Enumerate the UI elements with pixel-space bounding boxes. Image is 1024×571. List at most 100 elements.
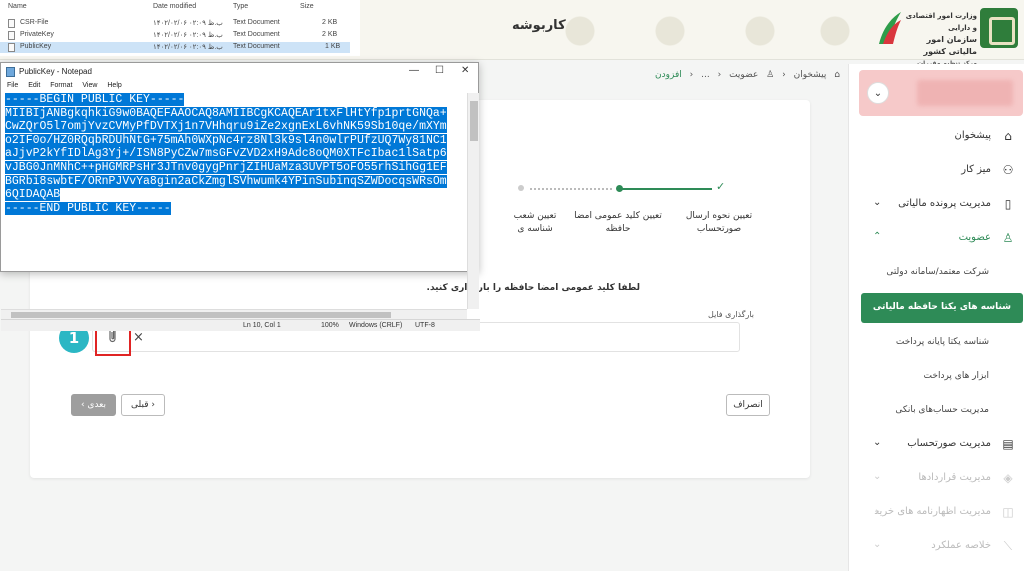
sidebar-item-dashboard[interactable]: ⌂ پیشخوان	[849, 120, 1024, 154]
file-date: ۱۴۰۲/۰۲/۰۶ ب.ظ ۰۲:۰۹	[153, 20, 223, 27]
sidebar-item-invoices[interactable]: ▤ مدیریت صورتحساب ⌄	[849, 428, 1024, 462]
sidebar-subitem-label: ابزار های پرداخت	[923, 371, 989, 381]
user-icon: ♙	[766, 70, 775, 80]
sidebar-item-label: عضویت	[958, 232, 991, 243]
close-icon[interactable]: ✕	[461, 65, 469, 76]
sidebar-subitem-label: شرکت معتمد/سامانه دولتی	[886, 267, 989, 277]
sidebar-subitem-payment-tools[interactable]: ابزار های پرداخت	[849, 360, 1024, 394]
menu-file[interactable]: File	[7, 82, 18, 89]
file-name: CSR-File	[20, 19, 49, 26]
prev-button[interactable]: ‹ قبلی	[121, 394, 165, 416]
menu-help[interactable]: Help	[107, 82, 121, 89]
chevron-down-icon: ⌄	[873, 471, 882, 482]
sidebar: ⌄ ⌂ پیشخوان ⚇ میز کار ▯ مدیریت پرونده ما…	[848, 64, 1024, 571]
menu-edit[interactable]: Edit	[28, 82, 40, 89]
menu-view[interactable]: View	[82, 82, 97, 89]
sidebar-item-contracts[interactable]: ◈ مدیریت قراردادها ⌄	[849, 462, 1024, 496]
sidebar-subitem-payment-terminal-id[interactable]: شناسه یکتا پایانه پرداخت	[849, 326, 1024, 360]
scrollbar-thumb[interactable]	[470, 101, 478, 141]
sidebar-item-purchase-declarations[interactable]: ◫ مدیریت اظهارنامه های خرید ⌄	[849, 496, 1024, 530]
chevron-down-icon: ⌄	[873, 437, 882, 448]
upload-field-label: بارگذاری فایل	[708, 310, 754, 319]
text-line: o2IF0o/HZ0RQqbRDUhNtG+75mAh0WXpNc4rz8Nl3…	[5, 133, 467, 148]
explorer-header-row: Name Date modified Type Size	[0, 2, 350, 13]
notepad-text-area[interactable]: -----BEGIN PUBLIC KEY----- MIIBIjANBgkqh…	[5, 93, 467, 308]
next-button[interactable]: بعدی ›	[71, 394, 116, 416]
file-type: Text Document	[233, 19, 280, 26]
file-size: 2 KB	[322, 31, 338, 38]
chevron-down-icon: ⌄	[873, 539, 882, 550]
remove-file-icon[interactable]: ×	[133, 330, 144, 345]
sidebar-subitem-trusted-company[interactable]: شرکت معتمد/سامانه دولتی	[849, 256, 1024, 290]
chevron-down-icon: ⌄	[873, 505, 882, 516]
status-cursor-position: Ln 10, Col 1	[243, 322, 281, 329]
column-header-size[interactable]: Size	[300, 3, 314, 10]
org-emblem-icon	[980, 8, 1018, 48]
home-icon: ⌂	[1004, 129, 1012, 143]
chevron-up-icon: ⌃	[873, 231, 882, 242]
column-header-type[interactable]: Type	[233, 3, 248, 10]
org-name: وزارت امور اقتصادی و دارایی سازمان امور …	[905, 10, 977, 70]
file-date: ۱۴۰۲/۰۲/۰۶ ب.ظ ۰۲:۰۹	[153, 32, 223, 39]
chevron-down-icon[interactable]: ⌄	[867, 82, 889, 104]
org-line-1: وزارت امور اقتصادی و دارایی	[905, 12, 977, 32]
sidebar-subitem-label: شناسه های یکتا حافظه مالیاتی	[872, 302, 1011, 312]
sidebar-item-tax-file[interactable]: ▯ مدیریت پرونده مالیاتی ⌄	[849, 188, 1024, 222]
text-line: -----BEGIN PUBLIC KEY-----	[5, 93, 467, 107]
sidebar-item-label: مدیریت صورتحساب	[907, 438, 991, 449]
sidebar-item-membership[interactable]: ♙ عضویت ⌃	[849, 222, 1024, 256]
chevron-left-icon: ‹	[717, 70, 722, 80]
user-name-redacted	[917, 80, 1013, 106]
chart-icon: ⟋	[1003, 539, 1013, 553]
file-size: 2 KB	[322, 19, 338, 26]
stepper-line-done	[622, 188, 712, 190]
home-icon: ⌂	[834, 70, 840, 80]
header-title: کاربوشه	[512, 18, 566, 33]
step-label-public-key: تعیین کلید عمومی امضا حافظه	[574, 211, 662, 234]
sidebar-item-label: میز کار	[961, 164, 991, 175]
selected-text: -----BEGIN PUBLIC KEY-----	[5, 93, 185, 106]
sidebar-item-label: خلاصه عملکرد	[931, 540, 991, 551]
sidebar-subitem-label: شناسه یکتا پایانه پرداخت	[895, 337, 989, 347]
notepad-window: PublicKey - Notepad — ☐ ✕ File Edit Form…	[0, 62, 480, 331]
horizontal-scrollbar[interactable]	[1, 309, 467, 319]
chevron-down-icon: ⌄	[873, 197, 882, 208]
handshake-icon: ◈	[1003, 471, 1013, 485]
menu-format[interactable]: Format	[50, 82, 72, 89]
text-file-icon	[8, 19, 15, 28]
vertical-scrollbar[interactable]	[467, 93, 479, 309]
selected-text: BGRbi8swbtF/ORnPJVvYa8gin2aCkZmglSVhwumk…	[5, 174, 447, 188]
people-icon: ⚇	[1002, 163, 1014, 177]
sidebar-item-label: مدیریت پرونده مالیاتی	[898, 198, 991, 209]
breadcrumb-item-membership[interactable]: عضویت	[729, 70, 758, 80]
receipt-icon: ▤	[1002, 437, 1014, 451]
column-header-date[interactable]: Date modified	[153, 3, 196, 10]
sidebar-item-performance-summary[interactable]: ⟋ خلاصه عملکرد ⌄	[849, 530, 1024, 564]
text-line: aJjvP2kYfIDlAg3Yj+/ISN8PyCZw7msGFvZVD2xH…	[5, 147, 467, 161]
table-row[interactable]: CSR-File ۱۴۰۲/۰۲/۰۶ ب.ظ ۰۲:۰۹ Text Docum…	[0, 18, 350, 29]
minimize-icon[interactable]: —	[409, 65, 419, 76]
notepad-statusbar: Ln 10, Col 1 100% Windows (CRLF) UTF-8	[1, 319, 480, 331]
scrollbar-thumb[interactable]	[11, 312, 391, 318]
check-icon: ✓	[716, 180, 726, 193]
status-encoding: UTF-8	[415, 322, 435, 329]
table-row[interactable]: PrivateKey ۱۴۰۲/۰۲/۰۶ ب.ظ ۰۲:۰۹ Text Doc…	[0, 30, 350, 41]
text-line: 6QIDAQAB	[5, 188, 467, 202]
breadcrumb-item-current: افزودن	[655, 70, 682, 80]
cancel-button[interactable]: انصراف	[726, 394, 770, 416]
table-row[interactable]: PublicKey ۱۴۰۲/۰۲/۰۶ ب.ظ ۰۲:۰۹ Text Docu…	[0, 42, 350, 53]
chevron-left-icon: ‹	[689, 70, 694, 80]
breadcrumb-item-dashboard[interactable]: پیشخوان	[794, 70, 827, 80]
text-line: vJBG0JnMNhC++pHGMRPsHr3JTnv0gygPnrjZIHUa…	[5, 160, 467, 175]
sidebar-subitem-bank-accounts[interactable]: مدیریت حساب‌های بانکی	[849, 394, 1024, 428]
sidebar-item-label: پیشخوان	[954, 130, 991, 141]
maximize-icon[interactable]: ☐	[435, 65, 444, 76]
sidebar-item-workdesk[interactable]: ⚇ میز کار	[849, 154, 1024, 188]
step-label-branches: تعیین شعب شناسه ی	[513, 211, 557, 234]
sidebar-subitem-fiscal-memory-ids[interactable]: شناسه های یکتا حافظه مالیاتی	[861, 293, 1023, 323]
flag-ribbon-icon	[879, 12, 901, 44]
column-header-name[interactable]: Name	[8, 3, 27, 10]
user-profile-box[interactable]: ⌄	[859, 70, 1023, 116]
document-icon: ▯	[1004, 197, 1012, 211]
breadcrumb-item-ellipsis[interactable]: ...	[701, 70, 710, 80]
